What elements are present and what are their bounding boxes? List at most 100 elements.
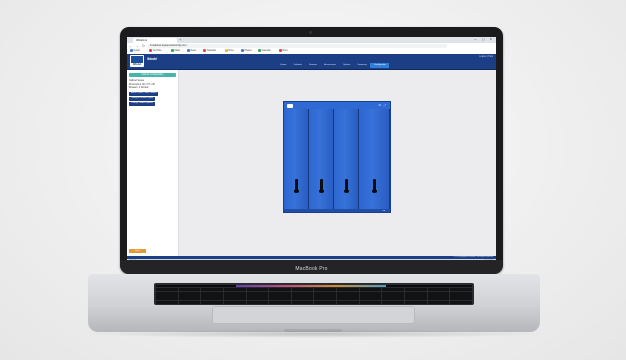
url-input[interactable]: imcabinet.equipmentconfig.com: [147, 44, 447, 48]
window-controls[interactable]: — ▢ ✕: [474, 37, 494, 41]
keyboard-key: [450, 296, 472, 300]
keyboard-key: [337, 288, 359, 292]
keyboard-key: [178, 296, 201, 300]
new-tab-button[interactable]: +: [179, 37, 181, 42]
bookmark-icon: [187, 49, 190, 52]
keyboard-key: [246, 296, 269, 300]
logo-icon: [131, 56, 143, 63]
keyboard-key: [337, 292, 359, 296]
keyboard-key: [405, 292, 427, 296]
keyboard-key: [450, 300, 472, 304]
drawer-handle-foot: [343, 190, 349, 193]
nav-item-cabinets[interactable]: Cabinets: [290, 63, 306, 68]
keyboard-key: [427, 296, 450, 300]
nav-item-accessories[interactable]: Accessories: [321, 63, 340, 68]
keyboard-key: [291, 292, 314, 296]
keyboard-key: [269, 296, 291, 300]
keyboard-key: [382, 300, 405, 304]
camera-dot: [309, 31, 312, 34]
laptop-chin: MacBook Pro: [120, 260, 503, 274]
keyboard-key: [359, 296, 382, 300]
drawer-handle-foot: [293, 190, 299, 193]
keyboard-row: [156, 292, 472, 296]
keyboard-key: [427, 300, 450, 304]
sidebar-banner: Cabinet Configuration: [129, 73, 176, 77]
header-account-links[interactable]: Logout | Help: [479, 56, 493, 58]
sidebar: Cabinet Configuration Cabinet Series Dim…: [127, 70, 179, 256]
cabinet-drawer[interactable]: [334, 109, 359, 209]
cabinet-preview[interactable]: ⧉ ⤢ ◂ ▸: [283, 101, 391, 213]
keyboard: [154, 283, 474, 305]
keyboard-row: [156, 288, 472, 292]
sidebar-info-line: Cabinet Series: [129, 80, 145, 82]
keyboard-key: [246, 292, 269, 296]
keyboard-key: [223, 288, 246, 292]
cabinet-drawer[interactable]: [359, 109, 390, 209]
laptop-shadow: [78, 330, 550, 338]
keyboard-key: [314, 292, 337, 296]
keyboard-key: [337, 300, 359, 304]
sidebar-info-line: Drawers: 4 Vertical: [129, 87, 149, 89]
keyboard-key: [450, 288, 472, 292]
nav-item-summary[interactable]: Summary: [354, 63, 370, 68]
keyboard-key: [201, 292, 223, 296]
keyboard-key: [156, 296, 178, 300]
keyboard-key: [359, 292, 382, 296]
keyboard-key: [156, 292, 178, 296]
nav-item-options[interactable]: Options: [339, 63, 354, 68]
keyboard-key: [450, 292, 472, 296]
keyboard-row: [156, 300, 472, 304]
bookmark-icon: [225, 49, 228, 52]
configure-drawers-button[interactable]: Configure Drawer Layout: [129, 97, 156, 101]
keyboard-key: [223, 296, 246, 300]
keyboard-key: [223, 292, 246, 296]
keyboard-key: [382, 296, 405, 300]
keyboard-key: [314, 300, 337, 304]
save-cabinet-button[interactable]: Add to Quote / Save Cabinet: [129, 92, 159, 96]
nav-item-drawers[interactable]: Drawers: [305, 63, 320, 68]
keyboard-key: [427, 292, 450, 296]
touch-bar-glow: [236, 285, 386, 287]
keyboard-key: [314, 288, 337, 292]
drawer-handle-foot: [371, 190, 377, 193]
keyboard-key: [291, 300, 314, 304]
touch-bar: [156, 284, 472, 287]
main-nav: Home Cabinets Drawers Accessories Option…: [277, 63, 390, 68]
bookmark-icon: [258, 49, 261, 52]
bookmark-icon: [203, 49, 206, 52]
sidebar-info-line: Dimensions: 60 x 57 x 28: [129, 83, 155, 86]
keyboard-row: [156, 296, 472, 300]
site-title: iModel: [147, 57, 158, 61]
keyboard-key: [246, 300, 269, 304]
cabinet-nav-arrows[interactable]: ◂ ▸: [382, 210, 385, 212]
logo-text: iModel: [132, 63, 142, 66]
keyboard-key: [291, 296, 314, 300]
keyboard-key: [201, 288, 223, 292]
cabinet-toolbar-icons[interactable]: ⧉ ⤢: [379, 103, 387, 107]
site-logo[interactable]: iModel: [130, 55, 144, 67]
change-options-button[interactable]: Change Cabinet Options: [129, 102, 155, 106]
cabinet-drawer[interactable]: [284, 109, 309, 209]
nav-item-home[interactable]: Home: [277, 63, 290, 68]
keyboard-key: [382, 288, 405, 292]
keyboard-key: [382, 292, 405, 296]
bookmark-icon: [279, 49, 282, 52]
keyboard-key: [269, 288, 291, 292]
laptop-screen: IMcabinet + — ▢ ✕ ← → ↻ imcabinet.equipm…: [127, 37, 496, 264]
keyboard-key: [246, 288, 269, 292]
keyboard-key: [178, 300, 201, 304]
keyboard-key: [178, 292, 201, 296]
keyboard-key: [269, 300, 291, 304]
bookmark-icon: [241, 49, 244, 52]
keyboard-key: [405, 288, 427, 292]
keyboard-key: [405, 296, 427, 300]
bookmark-icon: [149, 49, 152, 52]
cabinet-logo-icon: [287, 103, 293, 108]
nav-item-configurator[interactable]: Configurator: [370, 63, 390, 68]
laptop-lid: IMcabinet + — ▢ ✕ ← → ↻ imcabinet.equipm…: [120, 27, 503, 274]
back-button[interactable]: Back: [129, 249, 146, 253]
cabinet-base: [284, 209, 390, 212]
keyboard-key: [405, 300, 427, 304]
cabinet-drawer[interactable]: [309, 109, 334, 209]
keyboard-key: [269, 292, 291, 296]
